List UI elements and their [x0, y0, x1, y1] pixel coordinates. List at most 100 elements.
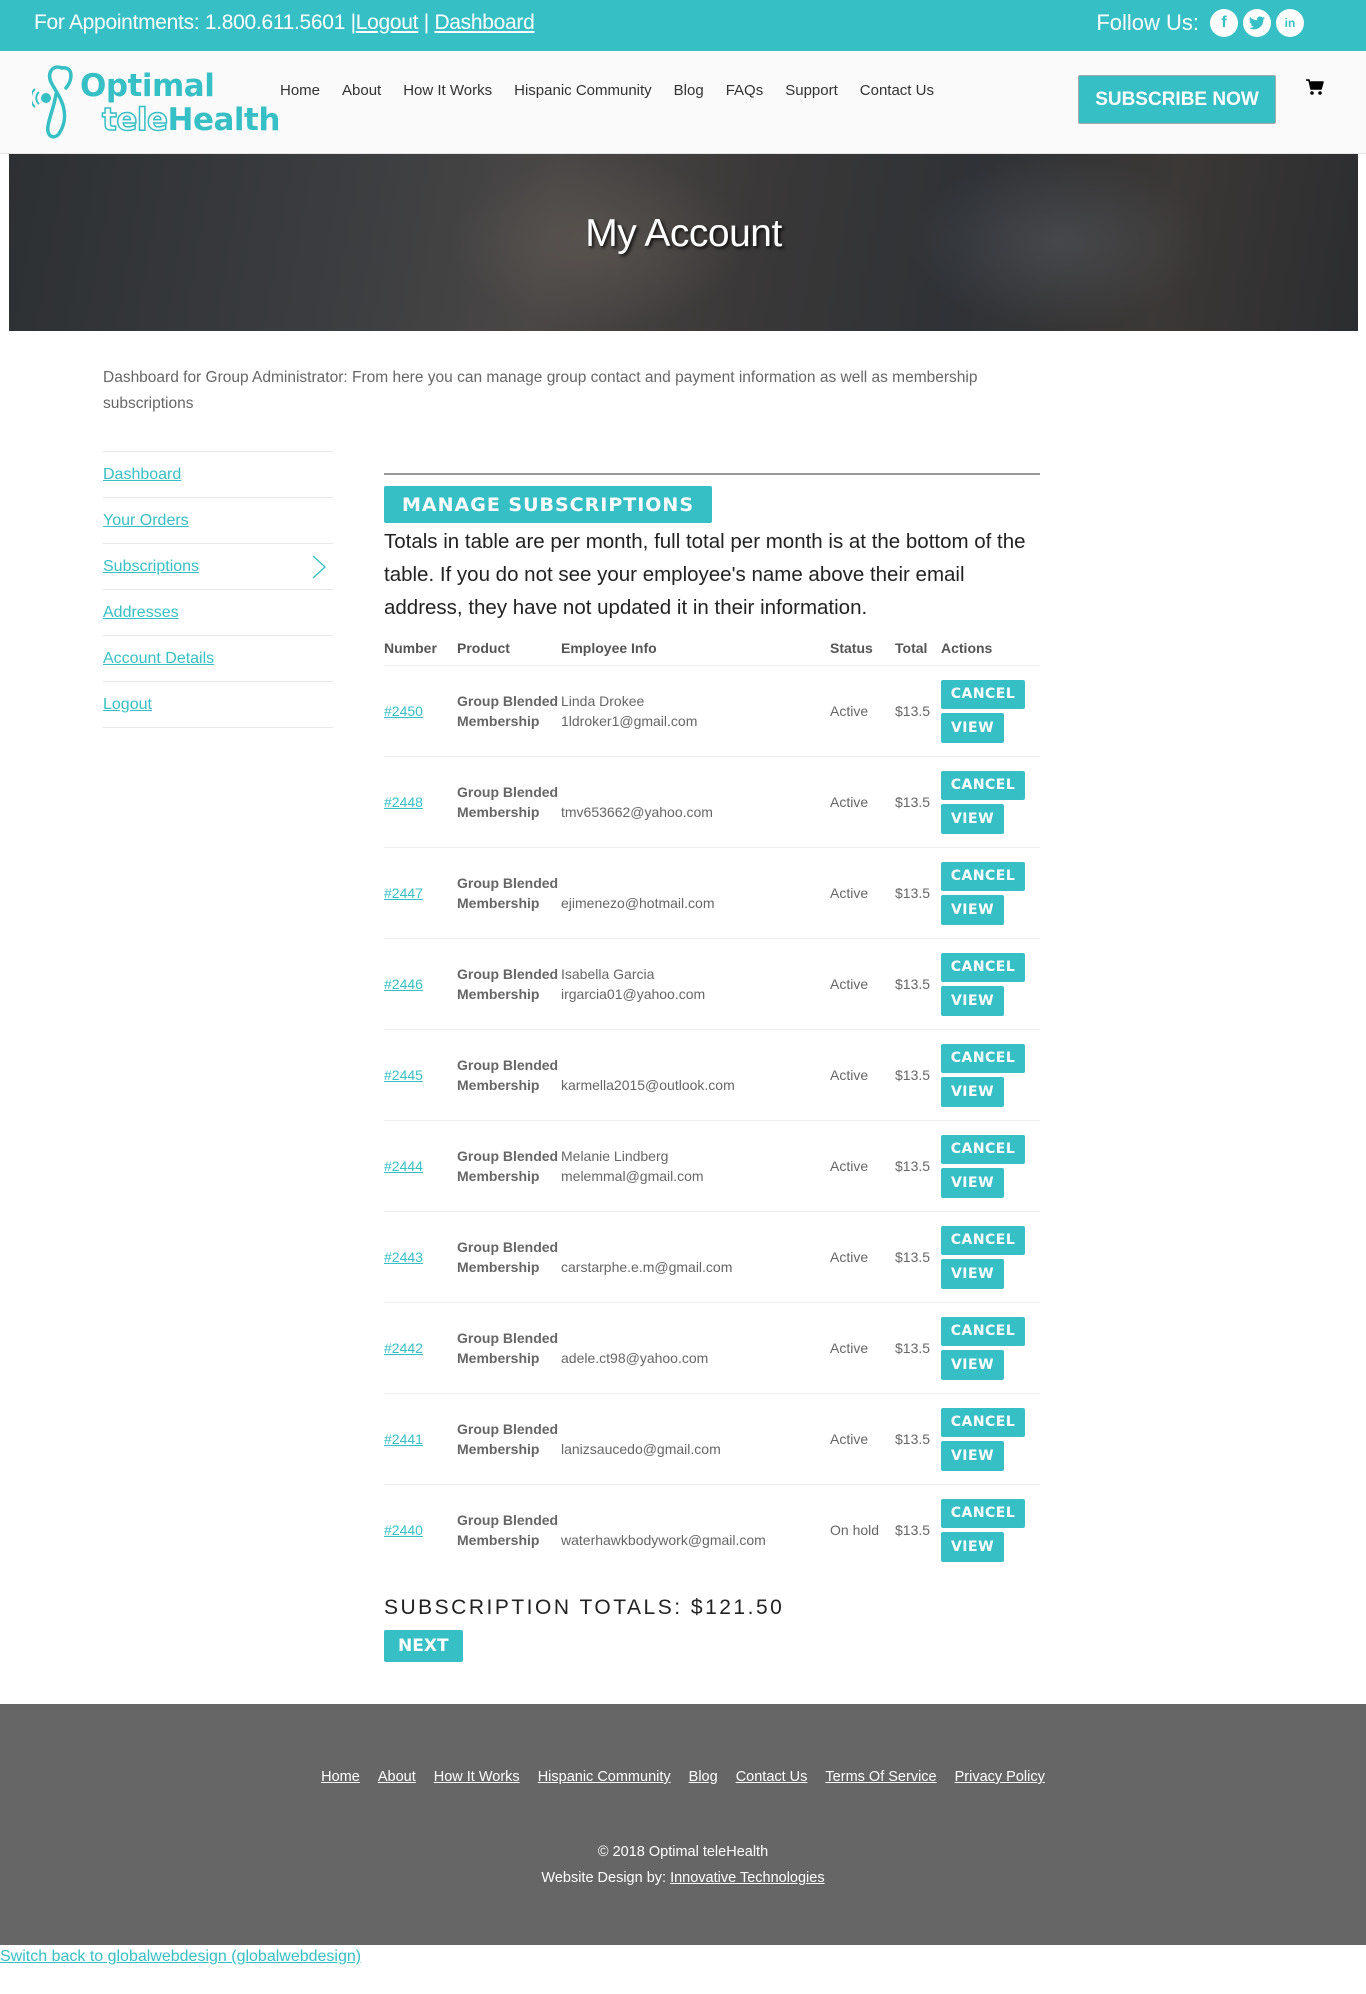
- link-separator: |: [418, 11, 435, 34]
- footer-link-contact-us[interactable]: Contact Us: [736, 1769, 808, 1785]
- view-button[interactable]: VIEW: [941, 712, 1004, 743]
- view-button[interactable]: VIEW: [941, 1076, 1004, 1107]
- cancel-button[interactable]: CANCEL: [941, 679, 1025, 709]
- chevron-right-icon: [312, 555, 326, 578]
- appointments-phone: For Appointments: 1.800.611.5601 |: [34, 11, 356, 34]
- sidebar-item-your-orders[interactable]: Your Orders: [103, 498, 333, 544]
- innovative-technologies-link[interactable]: Innovative Technologies: [670, 1870, 825, 1886]
- logo-text-telehealth: teleHealth: [101, 101, 280, 139]
- design-credit-label: Website Design by:: [541, 1870, 671, 1886]
- column-header-status[interactable]: Status: [830, 634, 895, 666]
- product-cell: Group Blended Membership: [457, 1485, 561, 1576]
- cancel-button[interactable]: CANCEL: [941, 1043, 1025, 1073]
- subscription-number-link[interactable]: #2445: [384, 1067, 423, 1083]
- employee-info-cell: Melanie Lindberg melemmal@gmail.com: [561, 1120, 830, 1212]
- column-header-number[interactable]: Number: [384, 634, 457, 666]
- nav-contact-us[interactable]: Contact Us: [860, 82, 934, 99]
- view-button[interactable]: VIEW: [941, 1258, 1004, 1289]
- subscribe-now-button[interactable]: SUBSCRIBE NOW: [1078, 75, 1276, 124]
- cancel-button[interactable]: CANCEL: [941, 1407, 1025, 1437]
- footer-link-hispanic-community[interactable]: Hispanic Community: [538, 1769, 671, 1785]
- linkedin-icon[interactable]: in: [1276, 9, 1304, 37]
- table-row: #2450 Group Blended Membership Linda Drokee…: [384, 665, 1040, 757]
- next-button[interactable]: NEXT: [384, 1629, 463, 1662]
- nav-about[interactable]: About: [342, 82, 381, 99]
- sidebar-item-label[interactable]: Account Details: [103, 650, 214, 668]
- subscription-number-cell: #2448: [384, 756, 457, 848]
- subscription-number-link[interactable]: #2443: [384, 1249, 423, 1265]
- employee-email: melemmal@gmail.com: [561, 1168, 704, 1184]
- nav-hispanic-community[interactable]: Hispanic Community: [514, 82, 652, 99]
- subscription-number-link[interactable]: #2450: [384, 703, 423, 719]
- footer-link-blog[interactable]: Blog: [689, 1769, 718, 1785]
- subscription-number-link[interactable]: #2448: [384, 794, 423, 810]
- product-name-line2: Membership: [457, 986, 540, 1002]
- sidebar-item-label[interactable]: Logout: [103, 696, 152, 714]
- nav-home[interactable]: Home: [280, 82, 320, 99]
- status-cell: Active: [830, 665, 895, 757]
- view-button[interactable]: VIEW: [941, 985, 1004, 1016]
- view-button[interactable]: VIEW: [941, 894, 1004, 925]
- sidebar-item-addresses[interactable]: Addresses: [103, 590, 333, 636]
- shopping-cart-icon[interactable]: [1306, 79, 1324, 100]
- twitter-icon[interactable]: [1243, 9, 1271, 37]
- cancel-button[interactable]: CANCEL: [941, 1225, 1025, 1255]
- column-header-product[interactable]: Product: [457, 634, 561, 666]
- logo[interactable]: Optimal teleHealth: [32, 64, 280, 140]
- total-cell: $13.5: [895, 1302, 941, 1394]
- view-button[interactable]: VIEW: [941, 1440, 1004, 1471]
- appointments-line: For Appointments: 1.800.611.5601 |Logout…: [34, 11, 535, 35]
- footer-link-home[interactable]: Home: [321, 1769, 360, 1785]
- nav-faqs[interactable]: FAQs: [726, 82, 764, 99]
- product-name-line1: Group Blended: [457, 693, 559, 709]
- sidebar-item-dashboard[interactable]: Dashboard: [103, 452, 333, 498]
- view-button[interactable]: VIEW: [941, 1349, 1004, 1380]
- subscription-number-link[interactable]: #2444: [384, 1158, 423, 1174]
- subscription-number-link[interactable]: #2440: [384, 1522, 423, 1538]
- cancel-button[interactable]: CANCEL: [941, 861, 1025, 891]
- footer-link-privacy-policy[interactable]: Privacy Policy: [955, 1769, 1045, 1785]
- cancel-button[interactable]: CANCEL: [941, 1316, 1025, 1346]
- actions-cell: CANCEL VIEW: [941, 938, 1040, 1030]
- status-cell: Active: [830, 938, 895, 1030]
- switch-back-link[interactable]: Switch back to globalwebdesign (globalwe…: [0, 1948, 361, 1966]
- view-button[interactable]: VIEW: [941, 1167, 1004, 1198]
- nav-how-it-works[interactable]: How It Works: [403, 82, 492, 99]
- column-header-total[interactable]: Total: [895, 634, 941, 666]
- subscription-number-cell: #2447: [384, 847, 457, 939]
- sidebar-item-logout[interactable]: Logout: [103, 682, 333, 728]
- product-name-line2: Membership: [457, 1532, 540, 1549]
- subscription-number-cell: #2450: [384, 665, 457, 757]
- product-cell: Group Blended Membership: [457, 938, 561, 1030]
- dashboard-link[interactable]: Dashboard: [434, 11, 534, 34]
- sidebar-item-label[interactable]: Subscriptions: [103, 558, 199, 576]
- sidebar-item-label[interactable]: Addresses: [103, 604, 179, 622]
- cancel-button[interactable]: CANCEL: [941, 770, 1025, 800]
- footer-link-how-it-works[interactable]: How It Works: [434, 1769, 520, 1785]
- employee-info-cell: karmella2015@outlook.com: [561, 1029, 830, 1121]
- sidebar-item-account-details[interactable]: Account Details: [103, 636, 333, 682]
- view-button[interactable]: VIEW: [941, 1531, 1004, 1562]
- sidebar-item-label[interactable]: Your Orders: [103, 512, 189, 530]
- nav-blog[interactable]: Blog: [674, 82, 704, 99]
- employee-info-cell: lanizsaucedo@gmail.com: [561, 1393, 830, 1485]
- cancel-button[interactable]: CANCEL: [941, 1134, 1025, 1164]
- status-cell: Active: [830, 1120, 895, 1212]
- cancel-button[interactable]: CANCEL: [941, 1498, 1025, 1528]
- footer-link-terms-of-service[interactable]: Terms Of Service: [825, 1769, 936, 1785]
- subscription-number-link[interactable]: #2441: [384, 1431, 423, 1447]
- product-name-line2: Membership: [457, 1168, 540, 1184]
- subscription-number-link[interactable]: #2442: [384, 1340, 423, 1356]
- subscription-number-link[interactable]: #2446: [384, 976, 423, 992]
- view-button[interactable]: VIEW: [941, 803, 1004, 834]
- sidebar-item-label[interactable]: Dashboard: [103, 466, 181, 484]
- facebook-icon[interactable]: f: [1210, 9, 1238, 37]
- subscription-number-link[interactable]: #2447: [384, 885, 423, 901]
- column-header-employee-info[interactable]: Employee Info: [561, 634, 830, 666]
- cancel-button[interactable]: CANCEL: [941, 952, 1025, 982]
- employee-name: Melanie Lindberg: [561, 1148, 669, 1164]
- nav-support[interactable]: Support: [785, 82, 838, 99]
- footer-link-about[interactable]: About: [378, 1769, 416, 1785]
- logout-link[interactable]: Logout: [356, 11, 419, 34]
- sidebar-item-subscriptions[interactable]: Subscriptions: [103, 544, 333, 590]
